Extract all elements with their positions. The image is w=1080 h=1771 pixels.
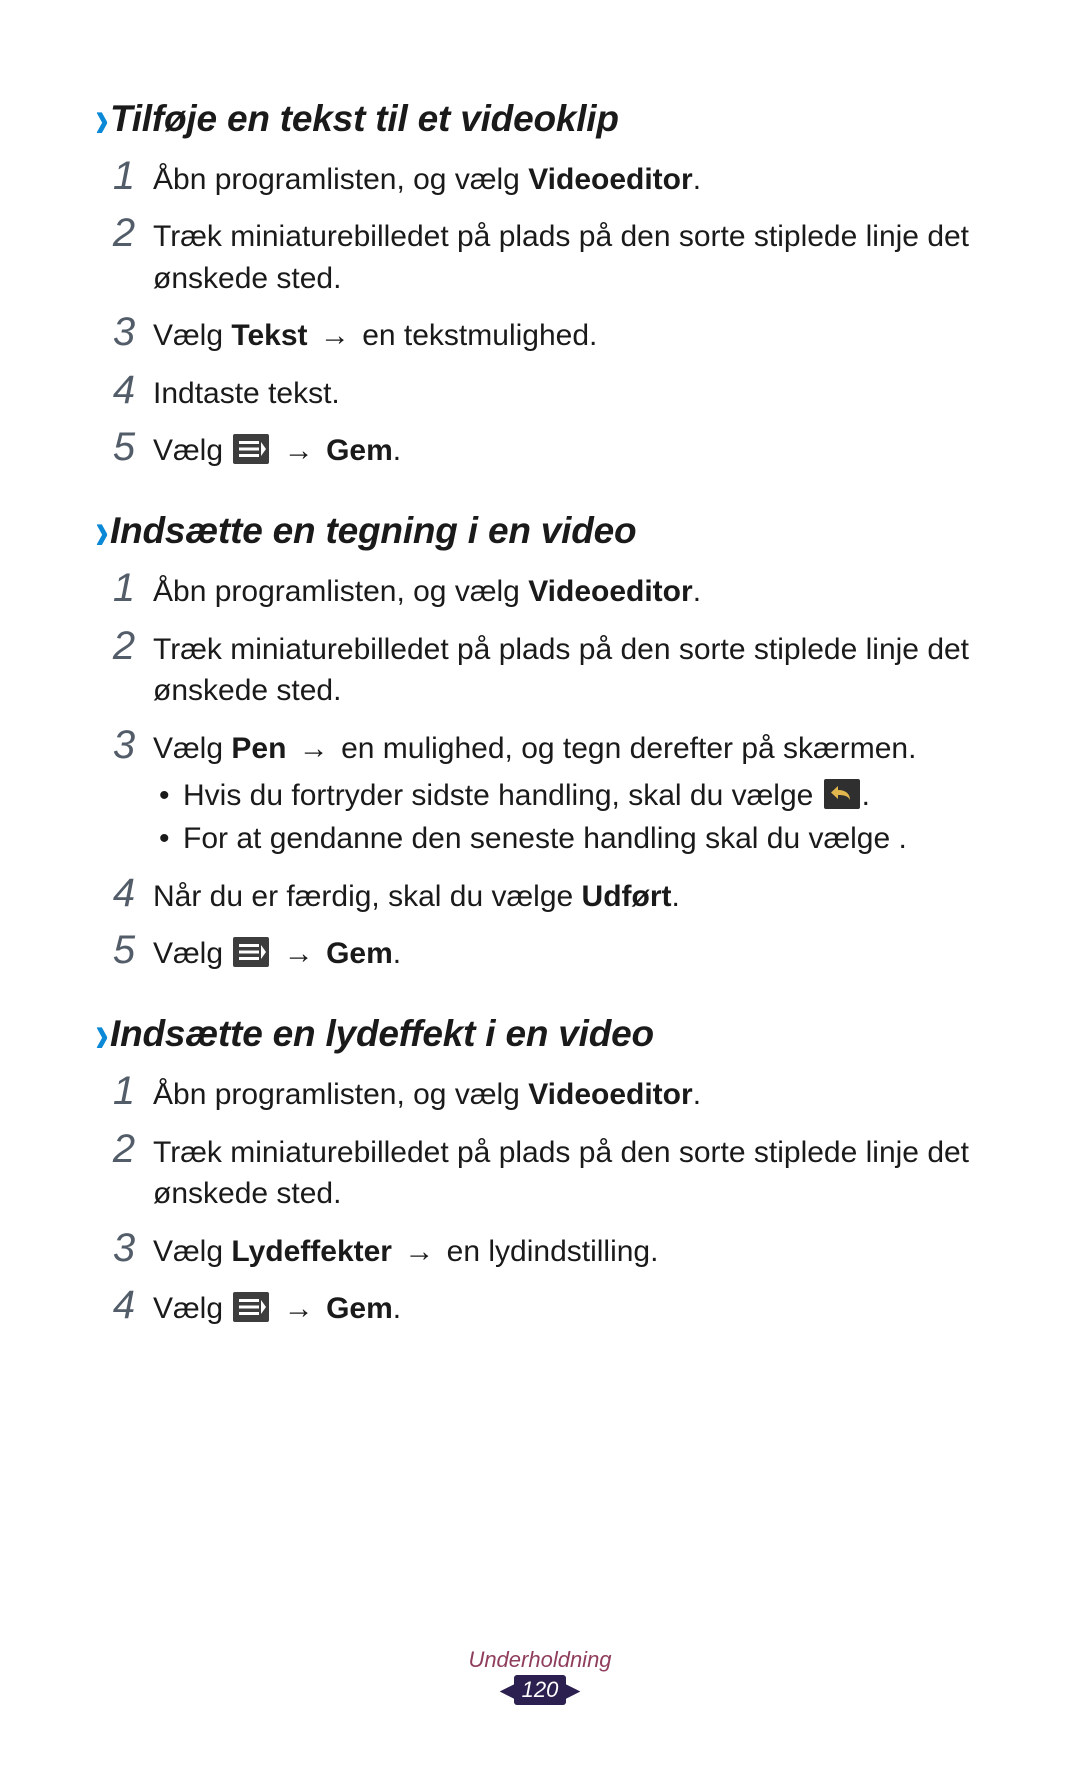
step-item: 1Åbn programlisten, og vælg Videoeditor.	[95, 565, 985, 612]
step-text: Vælg Tekst → en tekstmulighed.	[153, 309, 597, 356]
step-text: Indtaste tekst.	[153, 367, 340, 414]
step-text: Når du er færdig, skal du vælge Udført.	[153, 870, 680, 917]
menu-icon	[233, 937, 269, 967]
step-list: 1Åbn programlisten, og vælg Videoeditor.…	[95, 565, 985, 974]
step-number: 4	[95, 367, 153, 411]
step-item: 4Vælg → Gem.	[95, 1282, 985, 1329]
step-text: Åbn programlisten, og vælg Videoeditor.	[153, 565, 701, 612]
step-text: Åbn programlisten, og vælg Videoeditor.	[153, 1068, 701, 1115]
step-item: 2Træk miniaturebilledet på plads på den …	[95, 1126, 985, 1215]
step-text: Vælg → Gem.	[153, 927, 401, 974]
step-text: Træk miniaturebilledet på plads på den s…	[153, 210, 985, 299]
undo-icon	[824, 779, 860, 809]
step-item: 5Vælg → Gem.	[95, 927, 985, 974]
step-item: 2Træk miniaturebilledet på plads på den …	[95, 210, 985, 299]
step-list: 1Åbn programlisten, og vælg Videoeditor.…	[95, 153, 985, 471]
page-number: 120	[514, 1675, 567, 1705]
chevron-icon: ›	[95, 1004, 105, 1064]
step-number: 4	[95, 1282, 153, 1326]
step-item: 1Åbn programlisten, og vælg Videoeditor.	[95, 1068, 985, 1115]
step-item: 3Vælg Lydeffekter → en lydindstilling.	[95, 1225, 985, 1272]
step-item: 2Træk miniaturebilledet på plads på den …	[95, 623, 985, 712]
section-title: Tilføje en tekst til et videoklip	[110, 98, 619, 140]
step-number: 2	[95, 210, 153, 254]
step-number: 3	[95, 1225, 153, 1269]
menu-icon	[233, 434, 269, 464]
step-number: 4	[95, 870, 153, 914]
step-text: Vælg Lydeffekter → en lydindstilling.	[153, 1225, 658, 1272]
section-title: Indsætte en tegning i en video	[110, 510, 636, 552]
step-item: 5Vælg → Gem.	[95, 424, 985, 471]
step-list: 1Åbn programlisten, og vælg Videoeditor.…	[95, 1068, 985, 1329]
step-number: 1	[95, 1068, 153, 1112]
section-title: Indsætte en lydeffekt i en video	[110, 1013, 654, 1055]
step-item: 3Vælg Tekst → en tekstmulighed.	[95, 309, 985, 356]
step-text: Træk miniaturebilledet på plads på den s…	[153, 623, 985, 712]
step-number: 2	[95, 623, 153, 667]
step-text: Vælg Pen → en mulighed, og tegn derefter…	[153, 722, 916, 860]
chevron-icon: ›	[95, 501, 105, 561]
section-heading: › Tilføje en tekst til et videoklip	[95, 95, 985, 143]
step-number: 1	[95, 565, 153, 609]
sub-bullet: Hvis du fortryder sidste handling, skal …	[153, 775, 916, 816]
step-item: 3Vælg Pen → en mulighed, og tegn derefte…	[95, 722, 985, 860]
step-number: 3	[95, 309, 153, 353]
step-text: Vælg → Gem.	[153, 1282, 401, 1329]
step-number: 2	[95, 1126, 153, 1170]
step-text: Åbn programlisten, og vælg Videoeditor.	[153, 153, 701, 200]
step-item: 4Indtaste tekst.	[95, 367, 985, 414]
step-number: 3	[95, 722, 153, 766]
step-item: 1Åbn programlisten, og vælg Videoeditor.	[95, 153, 985, 200]
step-text: Træk miniaturebilledet på plads på den s…	[153, 1126, 985, 1215]
page-footer: Underholdning 120	[0, 1647, 1080, 1705]
document-page: › Tilføje en tekst til et videoklip1Åbn …	[0, 0, 1080, 1329]
step-number: 5	[95, 424, 153, 468]
step-number: 5	[95, 927, 153, 971]
chevron-icon: ›	[95, 89, 105, 149]
section-heading: › Indsætte en tegning i en video	[95, 507, 985, 555]
step-text: Vælg → Gem.	[153, 424, 401, 471]
step-item: 4Når du er færdig, skal du vælge Udført.	[95, 870, 985, 917]
section-heading: › Indsætte en lydeffekt i en video	[95, 1010, 985, 1058]
sub-bullet: For at gendanne den seneste handling ska…	[153, 818, 916, 859]
menu-icon	[233, 1292, 269, 1322]
step-number: 1	[95, 153, 153, 197]
sub-bullet-list: Hvis du fortryder sidste handling, skal …	[153, 775, 916, 860]
footer-category: Underholdning	[0, 1647, 1080, 1673]
